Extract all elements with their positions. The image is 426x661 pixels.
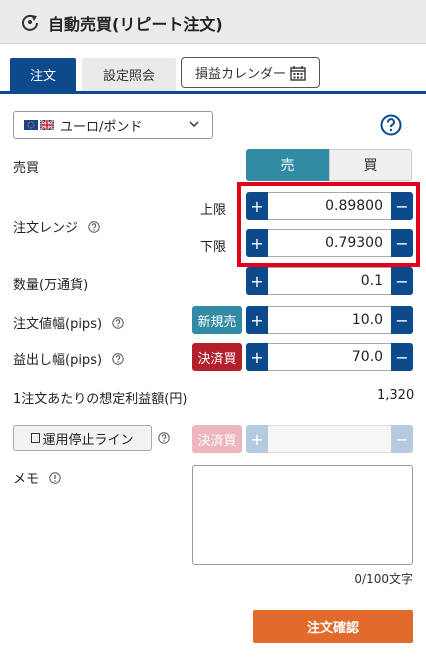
range-highlight-box <box>237 182 420 267</box>
stoploss-stepper: + − <box>246 425 413 453</box>
quantity-input[interactable]: 0.1 <box>268 267 391 295</box>
question-icon[interactable] <box>112 317 124 329</box>
order-width-input[interactable]: 10.0 <box>268 306 391 334</box>
order-width-label: 注文値幅(pips) <box>13 317 103 332</box>
tab-calendar-label: 損益カレンダー <box>194 67 286 82</box>
quantity-label: 数量(万通貨) <box>13 278 89 293</box>
stoploss-plus-button[interactable]: + <box>246 425 268 453</box>
stoploss-toggle-button[interactable]: 運用停止ライン <box>13 425 152 451</box>
chevron-down-icon <box>189 121 199 127</box>
upper-limit-label: 上限 <box>200 203 227 218</box>
profit-width-minus-button[interactable]: − <box>391 343 413 371</box>
side-label: 売買 <box>13 161 40 176</box>
quantity-plus-button[interactable]: + <box>246 267 268 295</box>
memo-label-row: メモ <box>13 468 61 487</box>
order-width-label-row: 注文値幅(pips) <box>13 313 124 332</box>
memo-textarea[interactable] <box>192 465 413 565</box>
calendar-icon <box>290 65 306 81</box>
tab-settings[interactable]: 設定照会 <box>82 58 176 91</box>
close-buy-badge: 決済買 <box>192 343 242 371</box>
stoploss-minus-button[interactable]: − <box>391 425 413 453</box>
profit-width-plus-button[interactable]: + <box>246 343 268 371</box>
profit-width-label: 益出し幅(pips) <box>13 353 103 368</box>
memo-label: メモ <box>13 472 40 487</box>
repeat-icon <box>22 14 38 31</box>
range-label-row: 注文レンジ <box>13 217 100 236</box>
question-icon[interactable] <box>158 432 170 444</box>
page-title: 自動売買(リピート注文) <box>48 15 223 34</box>
tab-calendar[interactable]: 損益カレンダー <box>181 57 320 88</box>
memo-char-count: 0/100文字 <box>354 572 413 586</box>
checkbox-icon <box>31 433 41 443</box>
uk-flag-icon <box>40 120 54 130</box>
new-sell-badge: 新規売 <box>192 306 242 334</box>
stoploss-close-buy-badge: 決済買 <box>192 425 242 453</box>
stoploss-label: 運用停止ライン <box>42 432 134 448</box>
profit-width-input[interactable]: 70.0 <box>268 343 391 371</box>
question-icon[interactable] <box>88 221 100 233</box>
quantity-minus-button[interactable]: − <box>391 267 413 295</box>
stoploss-input[interactable] <box>268 425 391 453</box>
range-label: 注文レンジ <box>13 221 79 236</box>
currency-pair-select[interactable]: ユーロ/ポンド <box>13 111 213 139</box>
help-icon[interactable] <box>380 114 402 136</box>
expected-profit-label: 1注文あたりの想定利益額(円) <box>13 392 188 407</box>
order-confirm-button[interactable]: 注文確認 <box>253 610 413 643</box>
order-width-plus-button[interactable]: + <box>246 306 268 334</box>
eu-flag-icon <box>24 120 38 130</box>
quantity-stepper: + 0.1 − <box>246 267 413 295</box>
expected-profit-value: 1,320 <box>377 388 415 403</box>
info-icon[interactable] <box>49 472 61 484</box>
order-width-stepper: + 10.0 − <box>246 306 413 334</box>
order-width-minus-button[interactable]: − <box>391 306 413 334</box>
lower-limit-label: 下限 <box>200 240 227 255</box>
profit-width-stepper: + 70.0 − <box>246 343 413 371</box>
tab-order[interactable]: 注文 <box>10 58 76 91</box>
sell-toggle[interactable]: 売 <box>246 149 329 181</box>
app-header: 自動売買(リピート注文) <box>0 0 426 44</box>
tab-bar: 注文 設定照会 損益カレンダー <box>0 54 426 94</box>
question-icon[interactable] <box>112 353 124 365</box>
profit-width-label-row: 益出し幅(pips) <box>13 349 124 368</box>
currency-pair-label: ユーロ/ポンド <box>60 119 143 135</box>
buy-toggle[interactable]: 買 <box>329 149 412 181</box>
